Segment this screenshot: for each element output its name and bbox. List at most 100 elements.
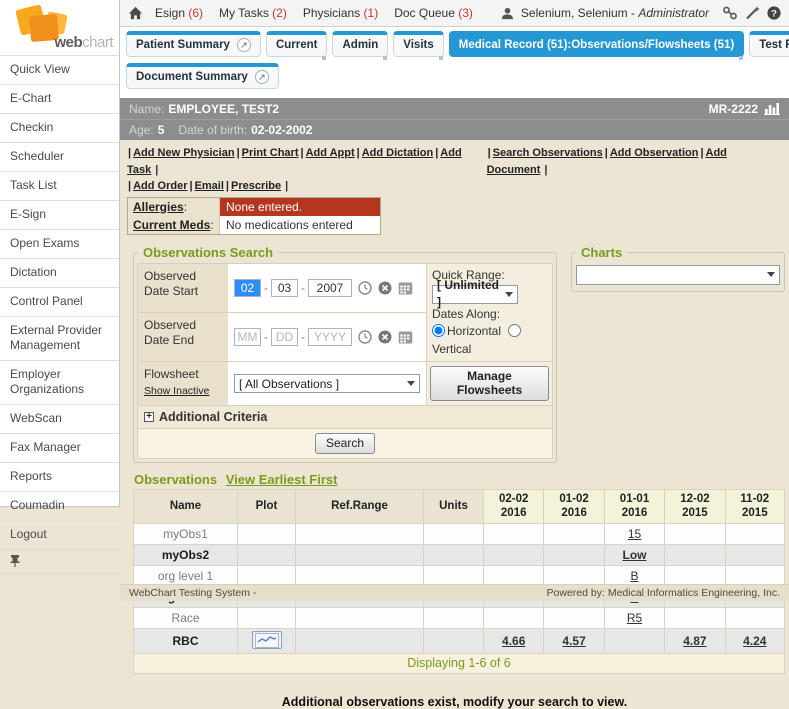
sidebar-item-dictation[interactable]: Dictation bbox=[0, 259, 119, 288]
observation-value-link[interactable]: 4.24 bbox=[743, 634, 766, 648]
quick-link-prescribe[interactable]: Prescribe bbox=[226, 180, 281, 192]
start-year-input[interactable] bbox=[308, 279, 352, 297]
value-cell bbox=[725, 523, 784, 544]
popout-icon[interactable]: ↗ bbox=[255, 70, 269, 84]
observation-name: myObs2 bbox=[134, 544, 238, 565]
sidebar-item-task-list[interactable]: Task List bbox=[0, 172, 119, 201]
value-cell: R5 bbox=[604, 607, 664, 628]
start-month-input[interactable] bbox=[234, 279, 261, 297]
quick-link-add-appt[interactable]: Add Appt bbox=[300, 147, 354, 159]
topbar-item-my-tasks[interactable]: My Tasks (2) bbox=[219, 6, 287, 20]
value-cell bbox=[725, 607, 784, 628]
tab-medical-record-51-observations-flowsheet[interactable]: Medical Record (51):Observations/Flowshe… bbox=[449, 31, 744, 57]
observation-value-link[interactable]: 4.66 bbox=[502, 634, 525, 648]
sidebar-item-control-panel[interactable]: Control Panel bbox=[0, 288, 119, 317]
popout-icon[interactable]: ↗ bbox=[237, 38, 251, 52]
observation-value-link[interactable]: R5 bbox=[627, 611, 642, 625]
sidebar-item-external-provider-management[interactable]: External Provider Management bbox=[0, 317, 119, 361]
tab-visits[interactable]: Visits bbox=[393, 31, 443, 57]
quick-link-email[interactable]: Email bbox=[189, 180, 223, 192]
quick-link-print-chart[interactable]: Print Chart bbox=[237, 147, 299, 159]
search-button[interactable]: Search bbox=[315, 433, 375, 454]
allergies-link[interactable]: Allergies bbox=[133, 200, 184, 214]
charts-select[interactable] bbox=[576, 265, 780, 285]
end-calendar-icon[interactable] bbox=[398, 330, 413, 344]
vertical-radio[interactable] bbox=[508, 324, 521, 337]
show-inactive-link[interactable]: Show Inactive bbox=[144, 385, 209, 397]
start-clear-icon[interactable] bbox=[378, 281, 392, 295]
observation-value-link[interactable]: 4.87 bbox=[683, 634, 706, 648]
start-day-input[interactable] bbox=[271, 279, 298, 297]
tab-corner-mark bbox=[383, 56, 387, 60]
sidebar-item-logout[interactable]: Logout bbox=[0, 521, 119, 550]
tab-admin[interactable]: Admin bbox=[332, 31, 388, 57]
column-header-date-12-02-2015: 12-022015 bbox=[665, 490, 725, 524]
observation-value-link[interactable]: Low bbox=[623, 548, 647, 562]
quick-link-add-observation[interactable]: Add Observation bbox=[605, 147, 699, 159]
value-cell bbox=[484, 607, 544, 628]
observed-date-end-inputs: - - bbox=[228, 313, 426, 362]
sidebar-item-employer-organizations[interactable]: Employer Organizations bbox=[0, 361, 119, 405]
tab-current[interactable]: Current bbox=[266, 31, 328, 57]
observed-date-start-inputs: - - bbox=[228, 264, 426, 313]
expand-plus-icon[interactable]: + bbox=[144, 412, 154, 422]
manage-flowsheets-button[interactable]: Manage Flowsheets bbox=[430, 366, 549, 401]
sidebar-item-scheduler[interactable]: Scheduler bbox=[0, 143, 119, 172]
webchart-logo[interactable]: webchart bbox=[0, 0, 119, 56]
sidebar-item-quick-view[interactable]: Quick View bbox=[0, 56, 119, 85]
sidebar-item-fax-manager[interactable]: Fax Manager bbox=[0, 434, 119, 463]
start-time-icon[interactable] bbox=[358, 281, 372, 295]
quick-links-row2: Add OrderEmailPrescribe bbox=[127, 178, 288, 195]
chevron-down-icon bbox=[505, 292, 513, 297]
column-header-date-02-02-2016: 02-022016 bbox=[484, 490, 544, 524]
sidebar-pin[interactable] bbox=[0, 550, 119, 574]
value-cell bbox=[544, 523, 604, 544]
table-row-myobs2: myObs2 Low bbox=[134, 544, 785, 565]
current-meds-link[interactable]: Current Meds bbox=[133, 218, 210, 232]
end-year-input[interactable] bbox=[308, 328, 352, 346]
chart-stats-icon[interactable] bbox=[764, 102, 780, 115]
topbar-item-esign[interactable]: Esign (6) bbox=[155, 6, 203, 20]
wand-icon[interactable] bbox=[745, 6, 760, 20]
sidebar-item-open-exams[interactable]: Open Exams bbox=[0, 230, 119, 259]
tab-corner-mark bbox=[322, 56, 326, 60]
quick-range-select[interactable]: [ Unlimited ] bbox=[432, 285, 518, 304]
tab-test-results[interactable]: Test Results bbox=[749, 31, 789, 57]
quick-link-search-observations[interactable]: Search Observations bbox=[488, 147, 603, 159]
start-calendar-icon[interactable] bbox=[398, 281, 413, 295]
sidebar-item-e-sign[interactable]: E-Sign bbox=[0, 201, 119, 230]
end-time-icon[interactable] bbox=[358, 330, 372, 344]
observation-value-link[interactable]: 15 bbox=[628, 527, 641, 541]
topbar-item-doc-queue[interactable]: Doc Queue (3) bbox=[394, 6, 473, 20]
sidebar-item-e-chart[interactable]: E-Chart bbox=[0, 85, 119, 114]
tab-document-summary[interactable]: Document Summary↗ bbox=[126, 63, 279, 89]
patient-header-row1: Name: EMPLOYEE, TEST2 MR-2222 bbox=[120, 98, 789, 119]
additional-criteria-toggle[interactable]: + Additional Criteria bbox=[138, 406, 552, 429]
sidebar-item-coumadin[interactable]: Coumadin bbox=[0, 492, 119, 521]
alerts-box: Allergies: None entered. Current Meds: N… bbox=[127, 197, 381, 235]
link-icon[interactable] bbox=[722, 6, 738, 20]
tab-patient-summary[interactable]: Patient Summary↗ bbox=[126, 31, 261, 57]
tab-corner-mark bbox=[439, 56, 443, 60]
view-earliest-first-link[interactable]: View Earliest First bbox=[226, 472, 338, 487]
quick-link-add-dictation[interactable]: Add Dictation bbox=[357, 147, 434, 159]
home-icon[interactable] bbox=[128, 6, 143, 20]
user-name[interactable]: Selenium, Selenium - Administrator bbox=[521, 6, 709, 20]
observation-value-link[interactable]: 4.57 bbox=[562, 634, 585, 648]
horizontal-radio[interactable] bbox=[432, 324, 445, 337]
svg-text:?: ? bbox=[771, 8, 777, 19]
end-day-input[interactable] bbox=[271, 328, 298, 346]
quick-link-add-new-physician[interactable]: Add New Physician bbox=[128, 147, 235, 159]
quick-link-add-order[interactable]: Add Order bbox=[128, 180, 187, 192]
flowsheet-select[interactable]: [ All Observations ] bbox=[234, 374, 420, 393]
observations-search-panel: Observations Search Observed Date Start … bbox=[133, 245, 557, 464]
topbar-item-physicians[interactable]: Physicians (1) bbox=[303, 6, 378, 20]
help-icon[interactable]: ? bbox=[767, 6, 781, 20]
end-clear-icon[interactable] bbox=[378, 330, 392, 344]
sidebar-item-reports[interactable]: Reports bbox=[0, 463, 119, 492]
plot-chart-icon[interactable] bbox=[252, 631, 282, 649]
observation-value-link[interactable]: B bbox=[631, 569, 639, 583]
sidebar-item-webscan[interactable]: WebScan bbox=[0, 405, 119, 434]
sidebar-item-checkin[interactable]: Checkin bbox=[0, 114, 119, 143]
end-month-input[interactable] bbox=[234, 328, 261, 346]
